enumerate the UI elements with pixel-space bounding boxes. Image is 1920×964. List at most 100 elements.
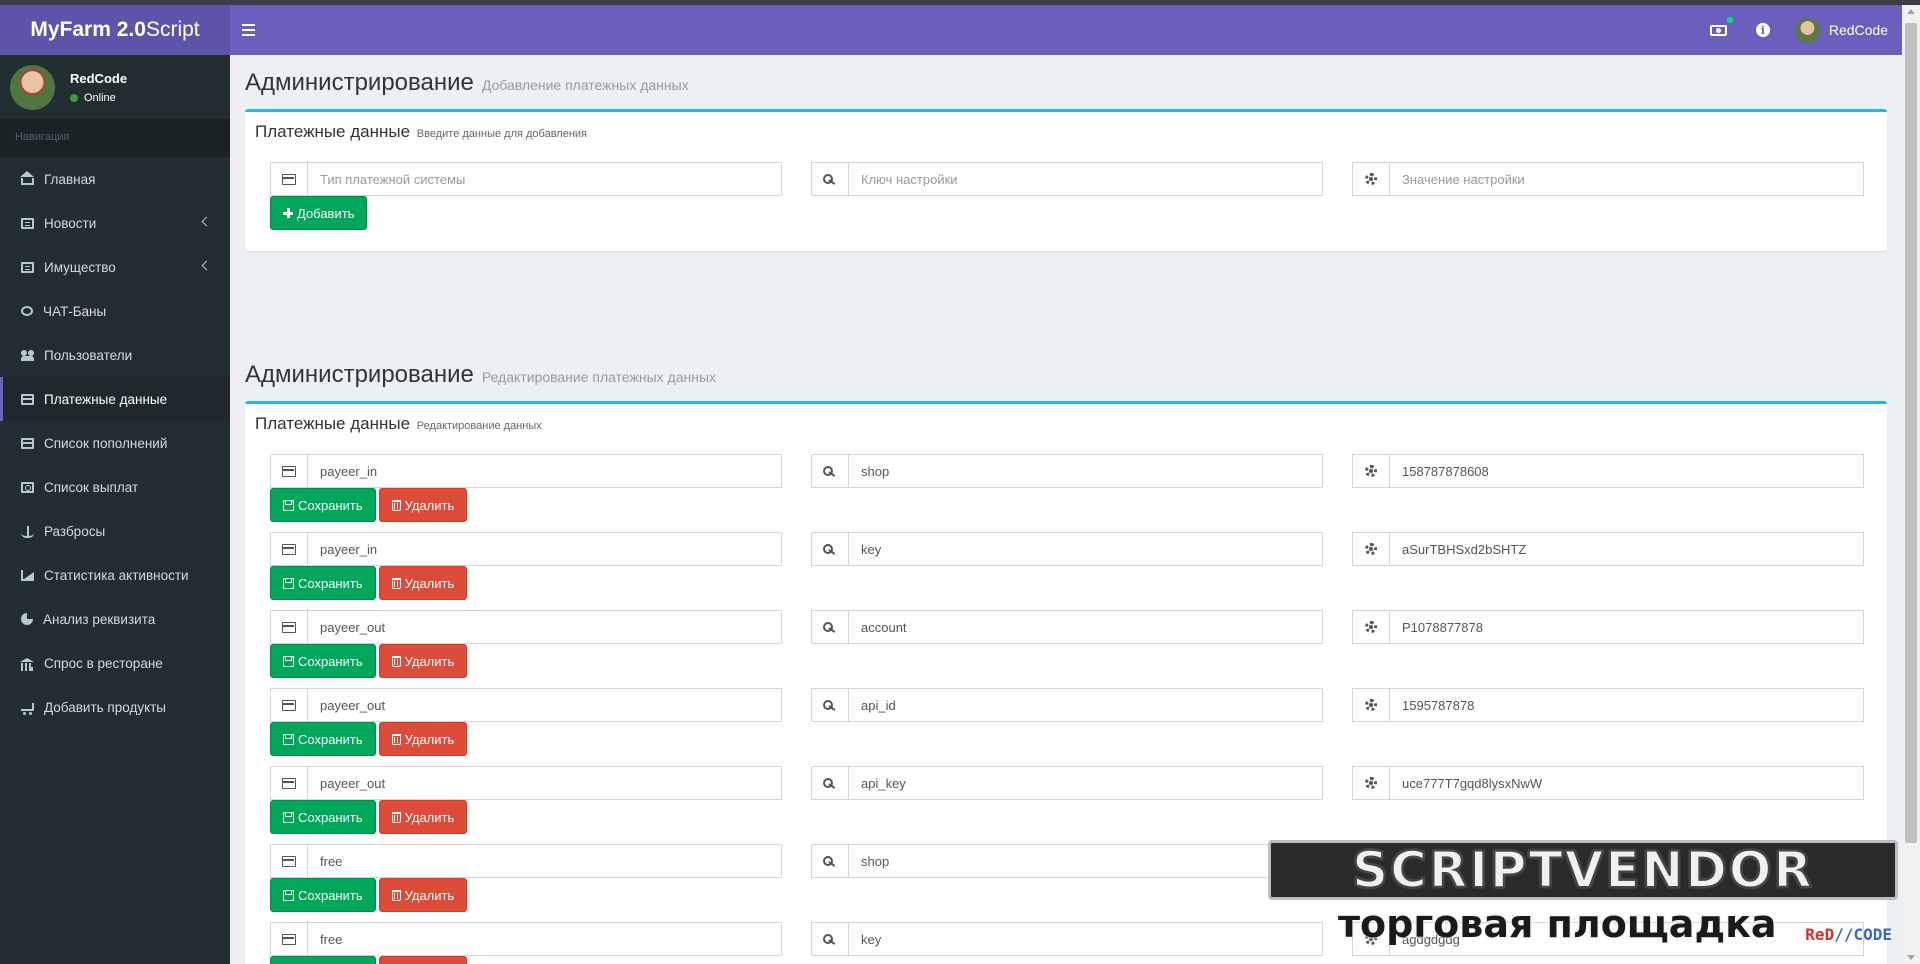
gear-addon [1352,532,1390,566]
user-menu[interactable]: RedCode [1785,5,1902,55]
payment-type-input[interactable] [308,610,782,644]
delete-button[interactable]: Удалить [378,878,468,912]
delete-button[interactable]: Удалить [378,800,468,834]
setting-value-input[interactable] [1390,610,1864,644]
setting-value-input[interactable] [1390,844,1864,878]
payment-type-group [270,922,782,956]
scrollbar-thumb[interactable] [1905,23,1917,843]
save-button[interactable]: Сохранить [270,800,376,834]
gear-icon [1365,933,1377,945]
credit-card-addon [270,844,308,878]
setting-value-input[interactable] [1390,688,1864,722]
setting-key-input[interactable] [849,844,1323,878]
sidebar-item-restaurant-demand[interactable]: Спрос в ресторане [0,641,230,685]
setting-key-input[interactable] [849,532,1323,566]
credit-card-icon [282,855,296,867]
sidebar-item-activity-stats[interactable]: Статистика активности [0,553,230,597]
save-button[interactable]: Сохранить [270,956,376,964]
notification-dot [1726,17,1733,23]
row-actions: Сохранить Удалить [270,566,468,600]
plus-icon [283,208,293,218]
gear-addon [1352,766,1390,800]
page-scrollbar[interactable] [1902,5,1920,964]
gear-addon [1352,162,1390,196]
scroll-up-arrow-icon[interactable] [1907,9,1915,14]
setting-key-input[interactable] [849,766,1323,800]
save-button-label: Сохранить [298,575,363,591]
payment-row [270,610,1874,644]
sidebar-item-label: Платежные данные [44,391,168,407]
trash-icon [391,499,401,511]
setting-value-input[interactable] [1390,922,1864,956]
setting-value-input[interactable] [1390,532,1864,566]
sidebar-toggle-bars-icon[interactable] [242,17,268,43]
payment-type-input[interactable] [308,766,782,800]
page-header-add: Администрирование Добавление платежных д… [245,69,689,97]
app-logo[interactable]: MyFarm 2.0 Script [0,5,230,55]
chevron-left-icon [201,216,212,227]
setting-key-input[interactable] [849,162,1323,196]
setting-key-input[interactable] [849,688,1323,722]
setting-key-input[interactable] [849,610,1323,644]
floppy-disk-icon [283,499,294,511]
payment-type-input[interactable] [308,162,782,196]
row-actions: Сохранить Удалить [270,644,468,678]
sidebar-item-property[interactable]: Имущество [0,245,230,289]
scale-icon [21,525,34,538]
save-button[interactable]: Сохранить [270,566,376,600]
setting-value-input[interactable] [1390,766,1864,800]
info-button[interactable]: i [1741,5,1785,55]
sidebar-item-label: ЧАТ-Баны [43,303,107,319]
save-button-label: Сохранить [298,653,363,669]
sidebar-item-chat-bans[interactable]: ЧАТ-Баны [0,289,230,333]
save-button[interactable]: Сохранить [270,878,376,912]
save-button[interactable]: Сохранить [270,644,376,678]
sidebar-item-news[interactable]: Новости [0,201,230,245]
setting-value-input[interactable] [1390,162,1864,196]
payment-type-input[interactable] [308,844,782,878]
sidebar-item-spreads[interactable]: Разбросы [0,509,230,553]
payment-type-group [270,454,782,488]
sidebar-item-home[interactable]: Главная [0,157,230,201]
save-button-label: Сохранить [298,731,363,747]
setting-key-input[interactable] [849,454,1323,488]
save-button[interactable]: Сохранить [270,722,376,756]
sidebar-item-add-products[interactable]: Добавить продукты [0,685,230,729]
gear-icon [1365,855,1377,867]
sidebar-menu: Главная Новости Имущество ЧАТ-Баны Польз… [0,157,230,729]
credit-card-addon [270,454,308,488]
save-button-label: Сохранить [298,497,363,513]
payment-type-input[interactable] [308,532,782,566]
key-icon [823,621,837,633]
status-text: Online [84,91,116,104]
sidebar-item-payment-data[interactable]: Платежные данные [0,377,230,421]
status-badge: Online [70,92,127,104]
delete-button[interactable]: Удалить [378,722,468,756]
sidebar-item-deposits[interactable]: Список пополнений [0,421,230,465]
scroll-down-arrow-icon[interactable] [1907,955,1915,960]
setting-key-input[interactable] [849,922,1323,956]
add-button[interactable]: Добавить [270,196,368,230]
delete-button[interactable]: Удалить [378,956,468,964]
sidebar-item-users[interactable]: Пользователи [0,333,230,377]
payment-type-input[interactable] [308,454,782,488]
setting-value-input[interactable] [1390,454,1864,488]
user-panel: RedCode Online [0,55,230,119]
key-icon [823,543,837,555]
save-button[interactable]: Сохранить [270,488,376,522]
sidebar-item-payouts[interactable]: Список выплат [0,465,230,509]
logo-light: Script [145,18,200,41]
payment-type-input[interactable] [308,688,782,722]
delete-button-label: Удалить [404,497,455,513]
row-actions: Сохранить Удалить [270,800,468,834]
sidebar-item-requisites-analysis[interactable]: Анализ реквизита [0,597,230,641]
delete-button[interactable]: Удалить [378,488,468,522]
delete-button[interactable]: Удалить [378,644,468,678]
trash-icon [391,889,401,901]
delete-button[interactable]: Удалить [378,566,468,600]
payment-type-input[interactable] [308,922,782,956]
card-list-icon [21,437,34,449]
money-icon-button[interactable] [1697,5,1741,55]
area-chart-icon [21,569,34,581]
setting-value-group [1352,162,1864,196]
